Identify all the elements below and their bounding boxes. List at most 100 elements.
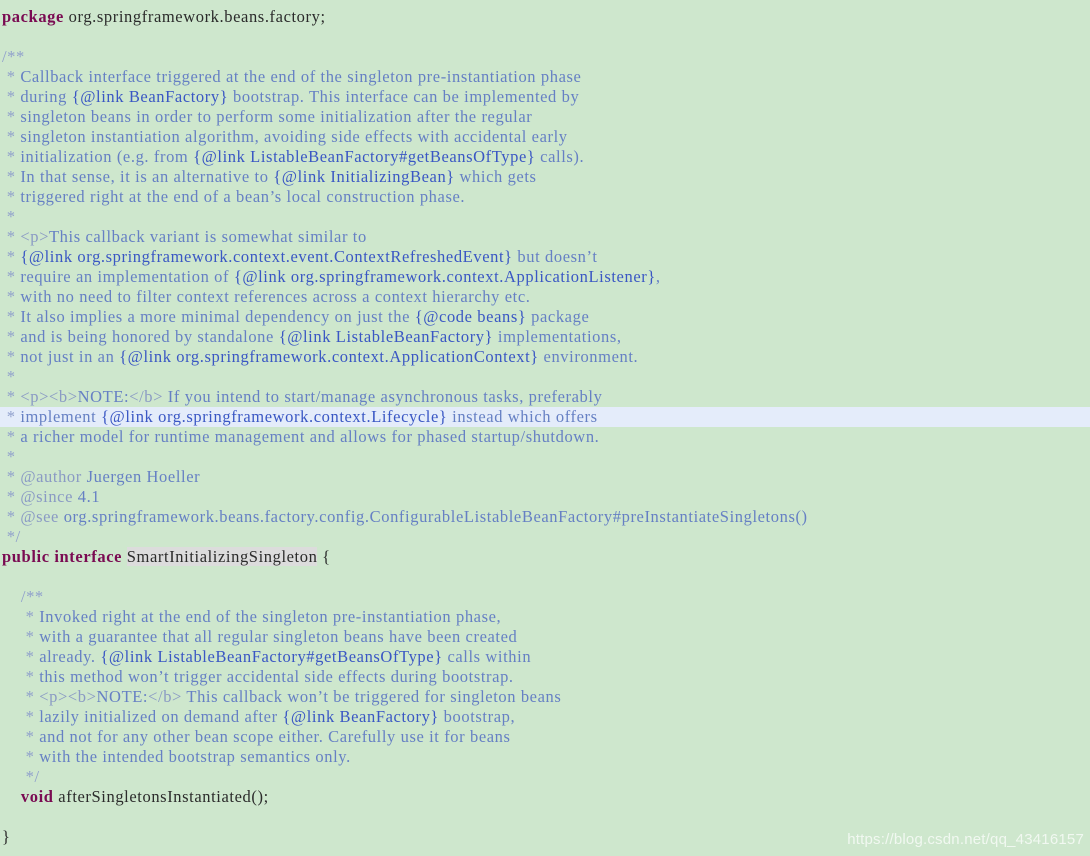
code-line[interactable]: * and is being honored by standalone {@l…: [0, 327, 1090, 347]
code-token-type: SmartInitializingSingleton: [126, 547, 318, 566]
code-token-cmt-dim: *: [2, 647, 40, 666]
code-token-cmt: NOTE:: [96, 687, 149, 706]
code-line[interactable]: * <p>This callback variant is somewhat s…: [0, 227, 1090, 247]
code-token-cmt: singleton beans in order to perform some…: [20, 107, 533, 126]
code-token-cmt: with no need to filter context reference…: [20, 287, 531, 306]
code-line[interactable]: * @see org.springframework.beans.factory…: [0, 507, 1090, 527]
code-token-cmt-dim: *: [2, 167, 21, 186]
code-token-link: {@code beans}: [414, 307, 527, 326]
code-token-cmt: but doesn’t: [512, 247, 598, 266]
code-line[interactable]: * with a guarantee that all regular sing…: [0, 627, 1090, 647]
code-line[interactable]: package org.springframework.beans.factor…: [0, 7, 1090, 27]
code-line[interactable]: * <p><b>NOTE:</b> If you intend to start…: [0, 387, 1090, 407]
code-token-cmt-dim: *: [2, 747, 40, 766]
code-line[interactable]: * not just in an {@link org.springframew…: [0, 347, 1090, 367]
code-line[interactable]: */: [0, 767, 1090, 787]
code-token-ident: afterSingletonsInstantiated: [53, 787, 252, 806]
code-token-cmt: package: [526, 307, 590, 326]
code-token-cmt-tag: <p><b>: [20, 387, 78, 406]
code-token-cmt-dim: *: [2, 387, 21, 406]
code-line-active[interactable]: * implement {@link org.springframework.c…: [0, 407, 1090, 427]
code-token-cmt: implement: [20, 407, 102, 426]
code-line[interactable]: * this method won’t trigger accidental s…: [0, 667, 1090, 687]
code-token-cmt: a richer model for runtime management an…: [20, 427, 600, 446]
code-line[interactable]: *: [0, 207, 1090, 227]
code-token-cmt-dim: *: [2, 147, 21, 166]
code-line[interactable]: * already. {@link ListableBeanFactory#ge…: [0, 647, 1090, 667]
code-line[interactable]: * {@link org.springframework.context.eve…: [0, 247, 1090, 267]
code-token-cmt-tag: @since: [20, 487, 74, 506]
code-token-cmt: triggered right at the end of a bean’s l…: [20, 187, 466, 206]
code-token-cmt: environment.: [538, 347, 639, 366]
code-editor-surface[interactable]: package org.springframework.beans.factor…: [0, 0, 1090, 856]
code-line[interactable]: * and not for any other bean scope eithe…: [0, 727, 1090, 747]
code-line[interactable]: void afterSingletonsInstantiated();: [0, 787, 1090, 807]
code-line[interactable]: [0, 27, 1090, 47]
code-line[interactable]: * <p><b>NOTE:</b> This callback won’t be…: [0, 687, 1090, 707]
code-line[interactable]: *: [0, 367, 1090, 387]
code-line[interactable]: * @author Juergen Hoeller: [0, 467, 1090, 487]
code-content[interactable]: package org.springframework.beans.factor…: [0, 7, 1090, 847]
code-token-cmt-dim: *: [2, 267, 21, 286]
code-line[interactable]: * @since 4.1: [0, 487, 1090, 507]
code-token-cmt: calls within: [442, 647, 532, 666]
code-line[interactable]: * Callback interface triggered at the en…: [0, 67, 1090, 87]
code-token-cmt-dim: *: [2, 487, 21, 506]
code-line[interactable]: *: [0, 447, 1090, 467]
code-token-cmt-dim: *: [2, 447, 21, 466]
code-token-cmt-dim: *: [2, 607, 40, 626]
code-token-cmt-tag: </b>: [148, 687, 182, 706]
code-token-cmt: This callback won’t be triggered for sin…: [181, 687, 562, 706]
code-line[interactable]: * require an implementation of {@link or…: [0, 267, 1090, 287]
code-token-cmt-tag: @see: [20, 507, 59, 526]
code-line[interactable]: * singleton beans in order to perform so…: [0, 107, 1090, 127]
code-line[interactable]: [0, 567, 1090, 587]
code-token-cmt: initialization (e.g. from: [20, 147, 194, 166]
code-token-cmt-dim: *: [2, 307, 21, 326]
code-line[interactable]: * a richer model for runtime management …: [0, 427, 1090, 447]
code-line[interactable]: * It also implies a more minimal depende…: [0, 307, 1090, 327]
code-line[interactable]: * triggered right at the end of a bean’s…: [0, 187, 1090, 207]
code-token-kw: public interface: [2, 547, 123, 566]
code-line[interactable]: public interface SmartInitializingSingle…: [0, 547, 1090, 567]
code-token-cmt-dim: *: [2, 367, 21, 386]
code-token-cmt-tag: </b>: [129, 387, 164, 406]
code-token-cmt: with a guarantee that all regular single…: [39, 627, 518, 646]
code-line[interactable]: * In that sense, it is an alternative to…: [0, 167, 1090, 187]
code-token-kw: void: [20, 787, 54, 806]
code-token-cmt-dim: *: [2, 67, 21, 86]
code-token-link: {@link org.springframework.context.event…: [20, 247, 513, 266]
code-token-link: {@link InitializingBean}: [273, 167, 455, 186]
code-token-cmt-dim: /**: [2, 587, 44, 606]
code-line[interactable]: * lazily initialized on demand after {@l…: [0, 707, 1090, 727]
code-token-punct: ();: [251, 787, 269, 806]
code-line[interactable]: }: [0, 827, 1090, 847]
code-line[interactable]: * during {@link BeanFactory} bootstrap. …: [0, 87, 1090, 107]
code-token-cmt-dim: */: [2, 527, 21, 546]
code-line[interactable]: * initialization (e.g. from {@link Lista…: [0, 147, 1090, 167]
code-token-cmt-dim: *: [2, 467, 21, 486]
code-line[interactable]: */: [0, 527, 1090, 547]
code-line[interactable]: * with the intended bootstrap semantics …: [0, 747, 1090, 767]
code-token-cmt: during: [20, 87, 72, 106]
code-token-cmt-dim: *: [2, 107, 21, 126]
code-token-cmt: bootstrap,: [438, 707, 516, 726]
code-token-cmt-dim: *: [2, 407, 21, 426]
code-token-cmt: bootstrap. This interface can be impleme…: [228, 87, 580, 106]
code-token-cmt: Juergen Hoeller: [81, 467, 201, 486]
code-token-cmt-dim: *: [2, 727, 40, 746]
code-line[interactable]: /**: [0, 587, 1090, 607]
code-line[interactable]: * singleton instantiation algorithm, avo…: [0, 127, 1090, 147]
code-token-cmt-dim: *: [2, 207, 21, 226]
code-token-cmt: ,: [655, 267, 661, 286]
code-line[interactable]: [0, 807, 1090, 827]
code-token-cmt: and not for any other bean scope either.…: [39, 727, 511, 746]
code-token-cmt-dim: *: [2, 327, 21, 346]
code-line[interactable]: /**: [0, 47, 1090, 67]
code-token-cmt: already.: [39, 647, 101, 666]
code-line[interactable]: * with no need to filter context referen…: [0, 287, 1090, 307]
code-token-cmt: 4.1: [73, 487, 101, 506]
code-line[interactable]: * Invoked right at the end of the single…: [0, 607, 1090, 627]
code-token-cmt: and is being honored by standalone: [20, 327, 279, 346]
